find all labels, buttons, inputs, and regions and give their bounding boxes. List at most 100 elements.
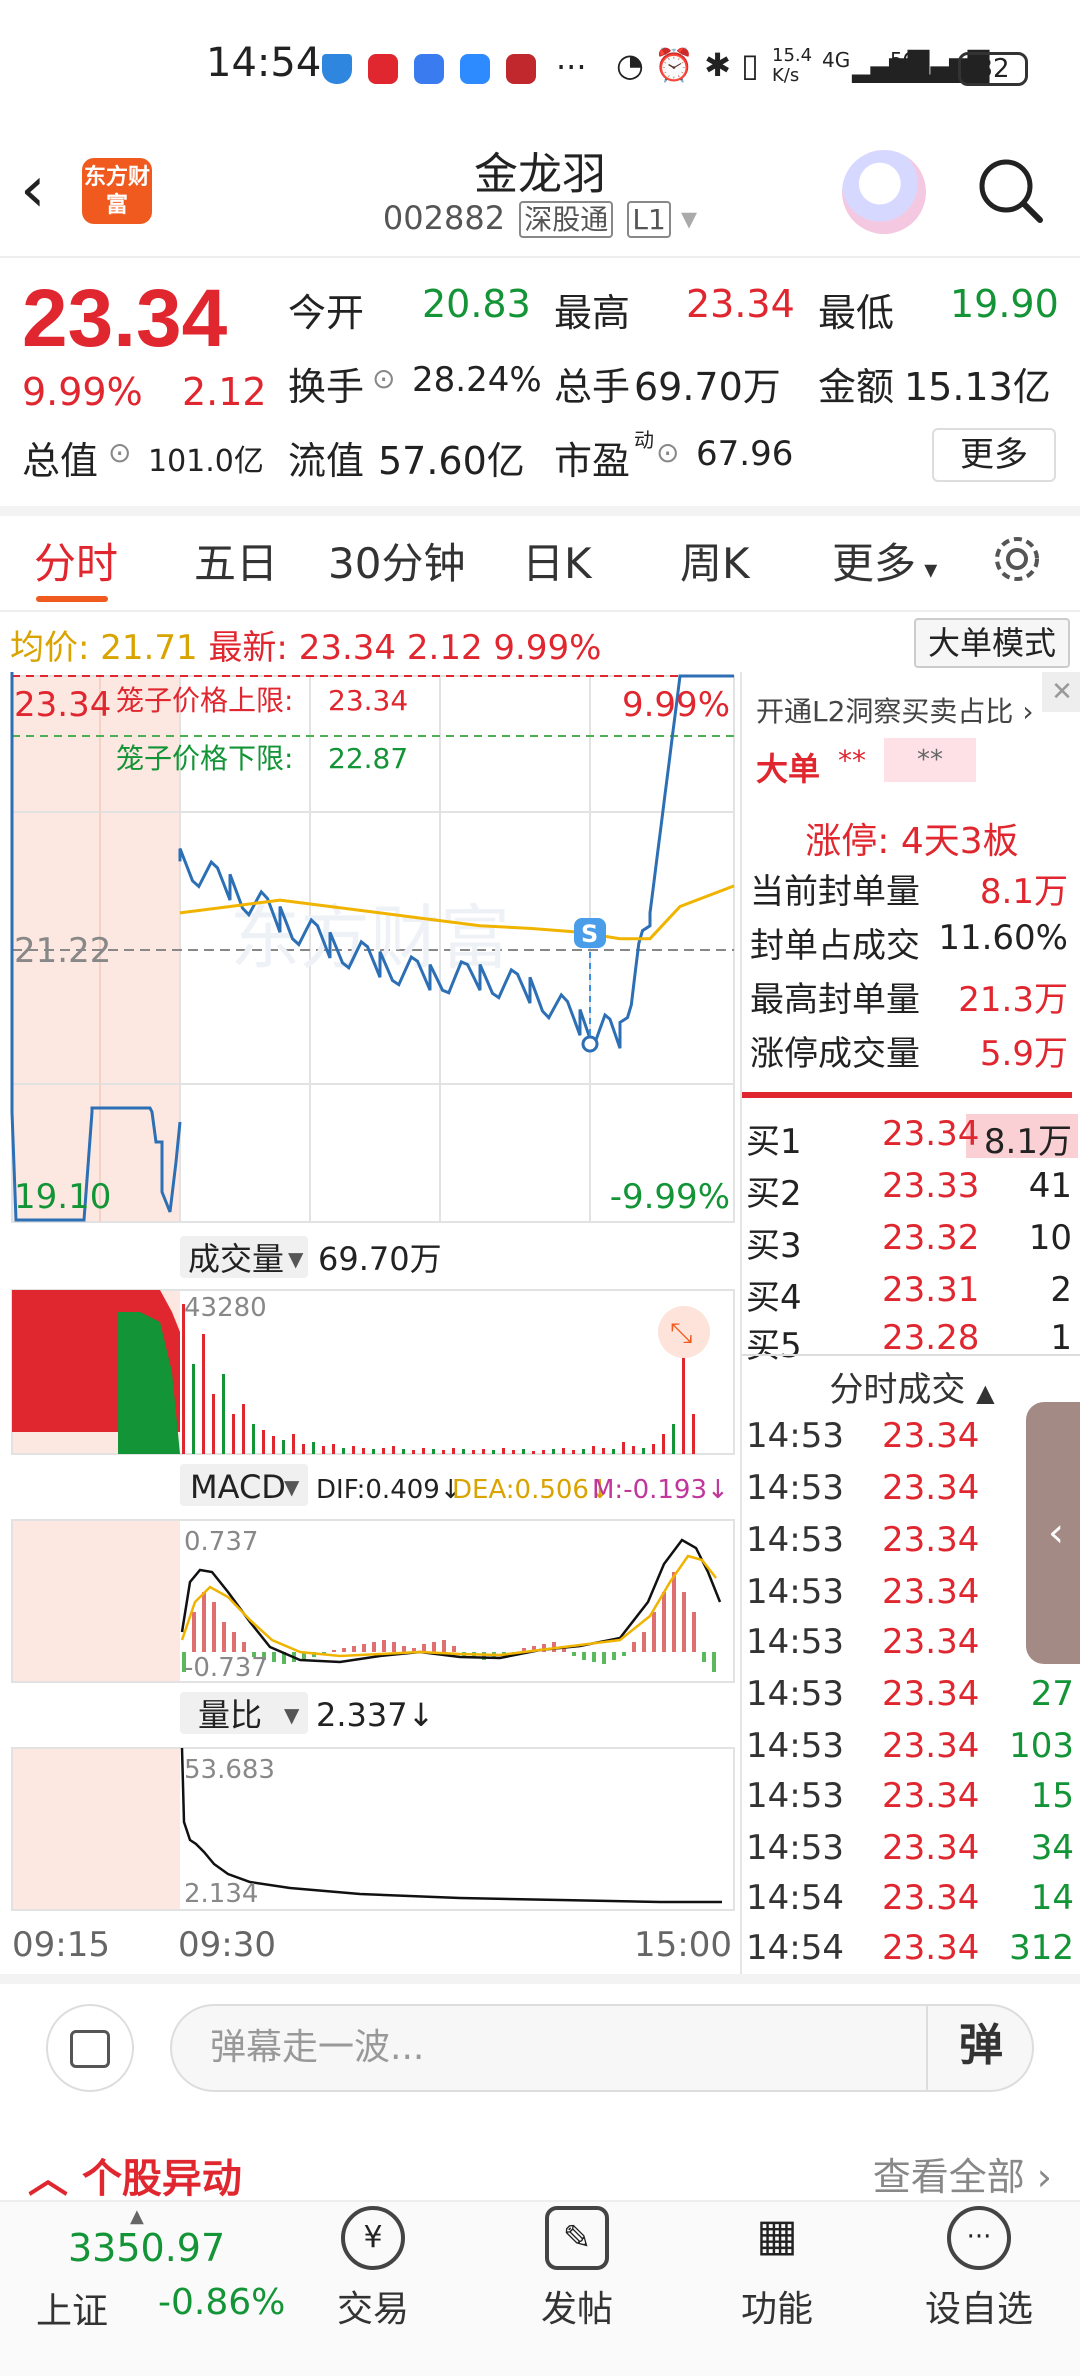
volume-bar: [582, 1449, 585, 1454]
big-order-mode-button[interactable]: 大单模式: [914, 618, 1070, 668]
trade-price: 23.34: [882, 1828, 980, 1868]
macd-bottom-label: -0.737: [184, 1653, 268, 1683]
trade-price: 23.34: [882, 1928, 980, 1968]
tab-day-k[interactable]: 日K: [522, 530, 592, 591]
nav-function[interactable]: ▦ 功能: [712, 2206, 842, 2332]
big-order-box: **: [884, 738, 976, 782]
info-icon[interactable]: ⊙: [656, 436, 679, 469]
macd-dea: DEA:0.506↓: [452, 1475, 611, 1505]
index-value[interactable]: 3350.97: [68, 2226, 225, 2270]
settings-gear-icon[interactable]: [990, 532, 1044, 586]
trade-time: 14:53: [746, 1828, 844, 1868]
volume-bar: [622, 1442, 625, 1454]
macd-bar: [672, 1572, 676, 1652]
last-pct: 9.99%: [493, 628, 602, 668]
trade-volume: 312: [1009, 1928, 1074, 1968]
volume-bar: [442, 1450, 445, 1454]
status-icons: ◔ ⏰ ✱ ▯: [616, 46, 759, 84]
bid-volume: 8.1万: [983, 1122, 1072, 1162]
macd-bar: [202, 1592, 206, 1652]
danmu-settings-icon[interactable]: [46, 2004, 134, 2092]
trade-price: 23.34: [882, 1776, 980, 1816]
bid-price: 23.33: [882, 1166, 980, 1206]
stat-value: 8.1万: [979, 872, 1068, 912]
tab-intraday[interactable]: 分时: [34, 530, 118, 591]
volume-bar: [472, 1450, 475, 1454]
chevron-up-icon: ▲: [976, 1379, 995, 1407]
volume-bar: [252, 1424, 255, 1454]
volume-bar: [682, 1354, 685, 1454]
trade-time: 14:53: [746, 1468, 844, 1508]
macd-bar: [352, 1646, 356, 1652]
bid-price: 23.34: [882, 1114, 980, 1154]
tab-week-k[interactable]: 周K: [680, 530, 750, 591]
lower-limit-label: 笼子价格下限:: [116, 742, 293, 775]
volume-bar: [662, 1434, 665, 1454]
volume-bar: [202, 1334, 205, 1454]
pe-sup: 动: [634, 428, 654, 452]
tab-more[interactable]: 更多 ▾: [832, 530, 937, 591]
trade-row: 14:53 23.34 27: [742, 1674, 1080, 1726]
trade-time: 14:53: [746, 1416, 844, 1456]
l2-link-label: 开通L2洞察买卖占比: [756, 695, 1014, 728]
l2-upgrade-link[interactable]: 开通L2洞察买卖占比 ›: [756, 690, 1034, 730]
volume-bar: [412, 1450, 415, 1454]
expand-icon[interactable]: ⤡: [670, 1316, 692, 1349]
info-icon[interactable]: ⊙: [372, 362, 395, 395]
volume-bar: [242, 1404, 245, 1454]
info-icon[interactable]: ⊙: [108, 436, 131, 469]
big-order-stars: **: [838, 744, 866, 777]
dif-line: [180, 1538, 722, 1664]
volume-bar: [692, 1414, 695, 1454]
volume-bar: [332, 1444, 335, 1454]
turnover-label: 换手: [288, 365, 365, 409]
divider: [0, 256, 1080, 258]
nav-watchlist[interactable]: ··· 设自选: [914, 2206, 1044, 2332]
view-all-label: 查看全部: [872, 2155, 1025, 2199]
macd-bar: [712, 1652, 716, 1672]
upper-limit-label: 笼子价格上限:: [116, 684, 293, 717]
tab-30min[interactable]: 30分钟: [328, 530, 465, 591]
search-icon[interactable]: [976, 156, 1044, 224]
anomaly-section-title[interactable]: ︿ 个股异动: [28, 2146, 242, 2204]
danmu-toggle-button[interactable]: 弹: [926, 2004, 1034, 2092]
divider: [0, 1974, 1080, 1984]
nav-post[interactable]: ✎ 发帖: [512, 2206, 642, 2332]
volume-bar: [642, 1448, 645, 1454]
volume-bar: [392, 1446, 395, 1454]
trade-price: 23.34: [882, 1622, 980, 1662]
assistant-robot-icon[interactable]: [842, 150, 926, 234]
macd-bar: [432, 1642, 436, 1652]
close-icon[interactable]: ✕: [1042, 672, 1080, 712]
volume-bar: [422, 1448, 425, 1454]
more-dots-icon: ···: [947, 2206, 1011, 2270]
volume-bar: [362, 1448, 365, 1454]
intraday-chart[interactable]: 东方财富 S 23.34 笼子价格上限: 23.34 笼子价格下限: 22.87…: [0, 672, 740, 1982]
dea-line: [180, 1554, 717, 1658]
danmu-input[interactable]: 弹幕走一波...: [170, 2004, 1034, 2092]
side-drawer-handle[interactable]: ‹: [1026, 1402, 1080, 1664]
volume-bar: [372, 1449, 375, 1454]
view-all-link[interactable]: 查看全部 ›: [873, 2146, 1052, 2201]
macd-bar: [272, 1652, 276, 1662]
more-button[interactable]: 更多: [932, 428, 1056, 482]
macd-bar: [642, 1632, 646, 1652]
trade-volume: 27: [1030, 1674, 1074, 1714]
volume-bar: [322, 1446, 325, 1454]
trades-header[interactable]: 分时成交 ▲: [742, 1362, 1080, 1411]
volume-bar: [352, 1446, 355, 1454]
index-name[interactable]: 上证: [36, 2282, 108, 2334]
volume-bar: [502, 1448, 505, 1454]
tab-five-day[interactable]: 五日: [194, 530, 278, 591]
trade-volume: 14: [1030, 1878, 1074, 1918]
message-icon: [460, 54, 490, 84]
chevron-down-icon: ▼: [288, 1247, 304, 1271]
price-line: [178, 674, 734, 1049]
macd-bar: [212, 1602, 216, 1652]
nav-trade[interactable]: ¥ 交易: [308, 2206, 438, 2332]
macd-bar: [232, 1632, 236, 1652]
index-pct[interactable]: -0.86%: [158, 2282, 285, 2323]
edit-post-icon: ✎: [545, 2206, 609, 2270]
lb-value: 2.337↓: [316, 1696, 434, 1734]
volume-bar: [522, 1449, 525, 1454]
